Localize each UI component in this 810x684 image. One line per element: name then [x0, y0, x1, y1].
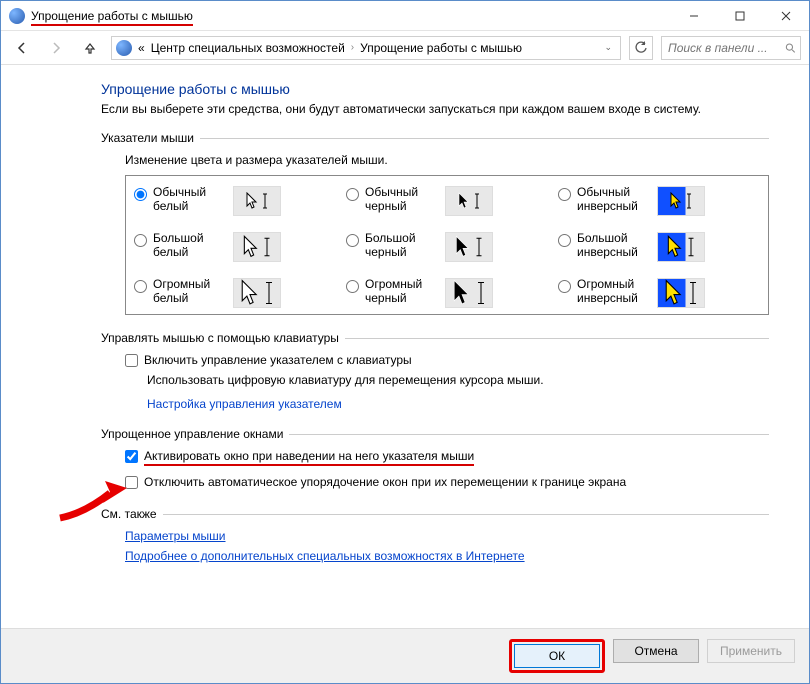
- search-input[interactable]: [666, 40, 781, 56]
- mouse-keys-checkbox[interactable]: Включить управление указателем с клавиат…: [125, 353, 769, 367]
- cancel-button[interactable]: Отмена: [613, 639, 699, 663]
- window-title: Упрощение работы с мышью: [31, 9, 193, 23]
- page-title: Упрощение работы с мышью: [101, 81, 769, 97]
- ok-highlight: ОК: [509, 639, 605, 673]
- cursor-preview: [233, 186, 281, 216]
- group-window-management: Упрощенное управление окнами: [101, 427, 283, 441]
- up-button[interactable]: [77, 35, 103, 61]
- back-button[interactable]: [9, 35, 35, 61]
- pointer-options-box: Обычный белый Обычный черный: [125, 175, 769, 315]
- breadcrumb[interactable]: «: [138, 41, 145, 55]
- breadcrumb[interactable]: Центр специальных возможностей: [151, 41, 345, 55]
- pointer-option-large-black[interactable]: Большой черный: [346, 232, 548, 262]
- pointer-option-xl-inverse[interactable]: Огромный инверсный: [558, 278, 760, 308]
- minimize-button[interactable]: [671, 1, 717, 30]
- group-keyboard: Управлять мышью с помощью клавиатуры: [101, 331, 339, 345]
- window-frame: Упрощение работы с мышью « Цент: [0, 0, 810, 684]
- close-button[interactable]: [763, 1, 809, 30]
- group-see-also: См. также: [101, 507, 157, 521]
- page-description: Если вы выберете эти средства, они будут…: [101, 101, 769, 117]
- mouse-params-link[interactable]: Параметры мыши: [125, 529, 226, 543]
- ok-button[interactable]: ОК: [514, 644, 600, 668]
- content-area: Упрощение работы с мышью Если вы выберет…: [1, 65, 809, 628]
- pointer-option-normal-black[interactable]: Обычный черный: [346, 186, 548, 216]
- group-pointers: Указатели мыши: [101, 131, 194, 145]
- titlebar: Упрощение работы с мышью: [1, 1, 809, 31]
- app-icon: [9, 8, 25, 24]
- pointer-option-normal-white[interactable]: Обычный белый: [134, 186, 336, 216]
- chevron-down-icon[interactable]: ⌄: [600, 42, 616, 53]
- breadcrumb[interactable]: Упрощение работы с мышью: [360, 41, 522, 55]
- more-accessibility-link[interactable]: Подробнее о дополнительных специальных в…: [125, 549, 525, 563]
- mouse-keys-settings-link[interactable]: Настройка управления указателем: [147, 397, 342, 411]
- apply-button: Применить: [707, 639, 795, 663]
- cursor-preview: [233, 232, 281, 262]
- navbar: « Центр специальных возможностей › Упрощ…: [1, 31, 809, 65]
- cursor-preview: [657, 278, 705, 308]
- disable-snap-checkbox[interactable]: Отключить автоматическое упорядочение ок…: [125, 475, 769, 489]
- pointer-option-large-inverse[interactable]: Большой инверсный: [558, 232, 760, 262]
- pointers-desc: Изменение цвета и размера указателей мыш…: [125, 153, 769, 167]
- footer-buttons: ОК Отмена Применить: [1, 628, 809, 683]
- cursor-preview: [445, 232, 493, 262]
- cursor-preview: [233, 278, 281, 308]
- pointer-option-xl-black[interactable]: Огромный черный: [346, 278, 548, 308]
- pointer-option-large-white[interactable]: Большой белый: [134, 232, 336, 262]
- cursor-preview: [657, 232, 705, 262]
- refresh-button[interactable]: [629, 36, 653, 60]
- search-box[interactable]: [661, 36, 801, 60]
- mouse-keys-desc: Использовать цифровую клавиатуру для пер…: [147, 373, 769, 387]
- cursor-preview: [445, 278, 493, 308]
- chevron-right-icon: ›: [351, 42, 354, 53]
- maximize-button[interactable]: [717, 1, 763, 30]
- forward-button[interactable]: [43, 35, 69, 61]
- address-bar[interactable]: « Центр специальных возможностей › Упрощ…: [111, 36, 621, 60]
- activate-on-hover-checkbox[interactable]: Активировать окно при наведении на него …: [125, 449, 769, 463]
- search-icon: [785, 42, 796, 54]
- cursor-preview: [657, 186, 705, 216]
- address-icon: [116, 40, 132, 56]
- pointer-option-xl-white[interactable]: Огромный белый: [134, 278, 336, 308]
- cursor-preview: [445, 186, 493, 216]
- pointer-option-normal-inverse[interactable]: Обычный инверсный: [558, 186, 760, 216]
